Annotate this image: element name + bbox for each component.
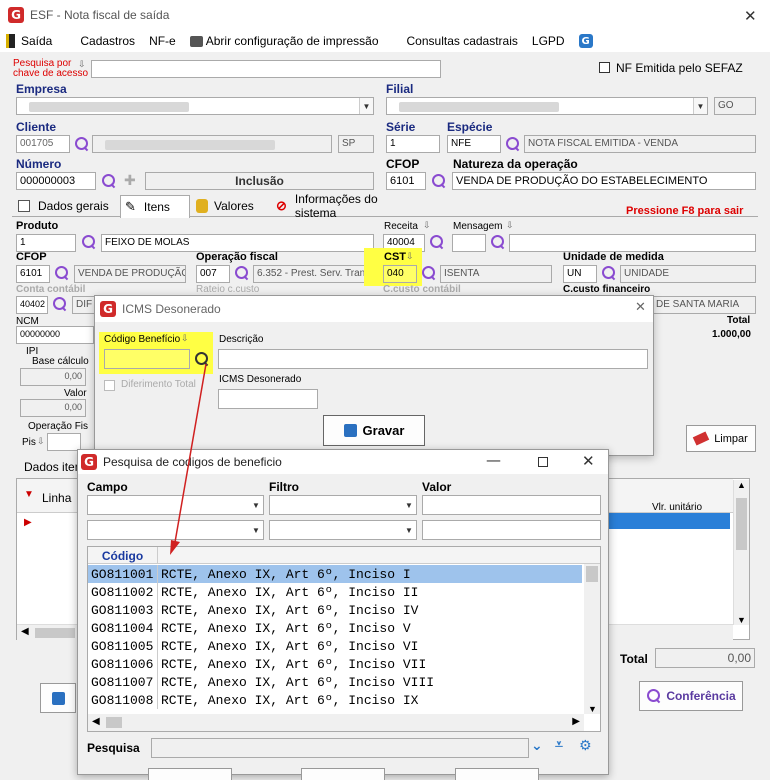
annotation-arrow: [170, 363, 207, 555]
